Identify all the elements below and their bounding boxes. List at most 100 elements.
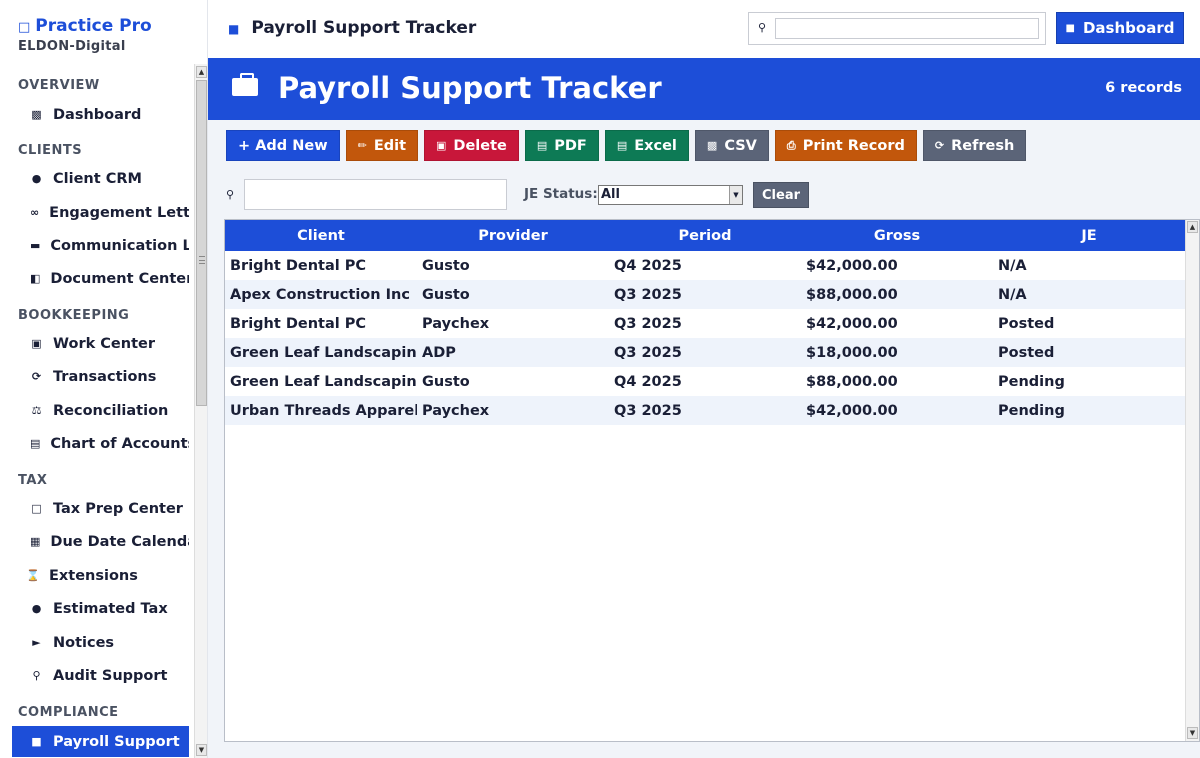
search-icon: ⚲ (758, 21, 767, 34)
sidebar-item-dashboard[interactable]: ▩ Dashboard (12, 99, 189, 130)
sidebar-item-label: Estimated Tax (53, 600, 168, 617)
sidebar-item-estimated-tax[interactable]: ● Estimated Tax (12, 593, 189, 624)
sidebar-item-payroll-support[interactable]: ■ Payroll Support (12, 726, 189, 757)
table-search-input[interactable] (244, 179, 507, 210)
csv-button[interactable]: ▩ CSV (694, 130, 769, 161)
sidebar-item-tax-prep-center[interactable]: □ Tax Prep Center (12, 493, 189, 524)
cell-je: N/A (993, 280, 1185, 309)
money-bag-icon: ● (31, 602, 42, 615)
table-row[interactable]: Green Leaf Landscaping ADP Q3 2025 $18,0… (225, 338, 1185, 367)
sidebar-scrollbar[interactable]: ▲ ▼ (194, 64, 207, 758)
column-header-je[interactable]: JE (993, 220, 1185, 251)
column-header-gross[interactable]: Gross (801, 220, 993, 251)
records-table: Client Provider Period Gross JE Bright D… (224, 219, 1200, 742)
sidebar-item-client-crm[interactable]: ● Client CRM (12, 163, 189, 194)
pencil-icon: ✏ (357, 139, 367, 152)
sidebar-item-label: Reconciliation (53, 402, 169, 419)
clear-button[interactable]: Clear (753, 182, 809, 208)
je-status-value: All (601, 187, 620, 202)
excel-button[interactable]: ▤ Excel (604, 130, 689, 161)
page-header: Payroll Support Tracker 6 records (208, 58, 1200, 120)
cell-period: Q3 2025 (614, 315, 682, 332)
global-search-input[interactable] (775, 18, 1039, 39)
cell-gross: $42,000.00 (806, 257, 898, 274)
chat-icon: ▬ (30, 239, 41, 252)
copy-icon: ▩ (706, 139, 718, 152)
sidebar-nav: OVERVIEW ▩ Dashboard CLIENTS ● Client CRM … (0, 64, 194, 758)
table-row[interactable]: Urban Threads Apparel Paychex Q3 2025 $4… (225, 396, 1185, 425)
sidebar-item-chart-of-accounts[interactable]: ▤ Chart of Accounts (12, 428, 189, 459)
table-row[interactable]: Green Leaf Landscaping Gusto Q4 2025 $88… (225, 367, 1185, 396)
scroll-up-arrow-icon[interactable]: ▲ (1187, 221, 1198, 233)
file-icon: ▤ (536, 139, 548, 152)
scroll-down-arrow-icon[interactable]: ▼ (196, 744, 207, 756)
table-row[interactable]: Apex Construction Inc Gusto Q3 2025 $88,… (225, 280, 1185, 309)
calendar-icon: ▦ (30, 535, 41, 548)
sidebar-item-document-center[interactable]: ◧ Document Center (12, 263, 189, 294)
brand[interactable]: □ Practice Pro (18, 16, 152, 36)
sidebar: □ Practice Pro ELDON-Digital OVERVIEW ▩ Da… (0, 0, 208, 758)
column-header-provider[interactable]: Provider (417, 220, 609, 251)
sidebar-item-label: Payroll Support (53, 733, 180, 750)
cell-gross: $42,000.00 (806, 315, 898, 332)
sidebar-item-engagement-letters[interactable]: ∞ Engagement Lette (12, 197, 189, 228)
cell-gross: $42,000.00 (801, 396, 993, 425)
sidebar-item-transactions[interactable]: ⟳ Transactions (12, 361, 189, 392)
cell-je: N/A (998, 257, 1027, 274)
column-header-period[interactable]: Period (609, 220, 801, 251)
cell-client: Green Leaf Landscaping (225, 338, 417, 367)
column-header-client[interactable]: Client (225, 220, 417, 251)
cell-client: Urban Threads Apparel (225, 396, 417, 425)
sidebar-item-extensions[interactable]: ⌛ Extensions (12, 560, 189, 591)
users-icon: ● (31, 172, 42, 185)
scroll-up-arrow-icon[interactable]: ▲ (196, 66, 207, 78)
pdf-button[interactable]: ▤ PDF (524, 130, 599, 161)
je-status-select[interactable]: All ▼ (598, 185, 743, 205)
scrollbar-thumb[interactable] (196, 80, 207, 406)
sidebar-item-due-date-calendar[interactable]: ▦ Due Date Calenda (12, 526, 189, 557)
add-new-button[interactable]: + Add New (226, 130, 340, 161)
sidebar-item-label: Chart of Accounts (50, 435, 189, 452)
table-scrollbar[interactable]: ▲ ▼ (1185, 220, 1199, 741)
sidebar-item-reconciliation[interactable]: ⚖ Reconciliation (12, 395, 189, 426)
sidebar-item-communication-log[interactable]: ▬ Communication Lo (12, 230, 189, 261)
cell-je: Posted (998, 315, 1055, 332)
cell-je: Pending (993, 396, 1185, 425)
sidebar-item-label: Document Center (50, 270, 189, 287)
scales-icon: ⚖ (31, 404, 42, 417)
spreadsheet-icon: ▤ (616, 139, 628, 152)
clipboard-icon: ▣ (31, 337, 42, 350)
dashboard-button[interactable]: ■ Dashboard (1056, 12, 1184, 44)
table-row[interactable]: Bright Dental PC Paychex Q3 2025 $42,000… (225, 309, 1185, 338)
print-record-button[interactable]: ⎙ Print Record (774, 130, 917, 161)
print-label: Print Record (802, 137, 905, 154)
sidebar-item-audit-support[interactable]: ⚲ Audit Support (12, 660, 189, 691)
section-compliance: COMPLIANCE (18, 705, 119, 720)
main-content: Payroll Support Tracker 6 records + Add … (208, 58, 1200, 758)
briefcase-icon (232, 73, 258, 96)
megaphone-icon: ► (32, 636, 41, 649)
record-count: 6 records (1105, 80, 1182, 96)
cell-je: Posted (993, 338, 1185, 367)
sidebar-item-work-center[interactable]: ▣ Work Center (12, 328, 189, 359)
refresh-button[interactable]: ⟳ Refresh (922, 130, 1027, 161)
hourglass-icon: ⌛ (26, 569, 40, 582)
edit-button[interactable]: ✏ Edit (345, 130, 418, 161)
briefcase-icon: ■ (228, 22, 240, 36)
je-status-label: JE Status: (524, 186, 598, 202)
cell-provider: ADP (417, 338, 609, 367)
page-title-text: Payroll Support Tracker (278, 71, 662, 105)
sidebar-item-label: Dashboard (53, 106, 142, 123)
sidebar-item-label: Tax Prep Center (53, 500, 183, 517)
data-table: Client Provider Period Gross JE Bright D… (225, 220, 1185, 425)
edit-label: Edit (373, 137, 406, 154)
printer-icon: ⎙ (786, 138, 796, 152)
scroll-down-arrow-icon[interactable]: ▼ (1187, 727, 1198, 739)
csv-label: CSV (724, 137, 757, 154)
table-row[interactable]: Bright Dental PC Gusto Q4 2025 $42,000.0… (225, 251, 1185, 280)
cell-period: Q3 2025 (609, 338, 801, 367)
section-tax: TAX (18, 473, 48, 488)
chevron-down-icon: ▼ (729, 186, 742, 204)
sidebar-item-notices[interactable]: ► Notices (12, 627, 189, 658)
delete-button[interactable]: ▣ Delete (424, 130, 519, 161)
